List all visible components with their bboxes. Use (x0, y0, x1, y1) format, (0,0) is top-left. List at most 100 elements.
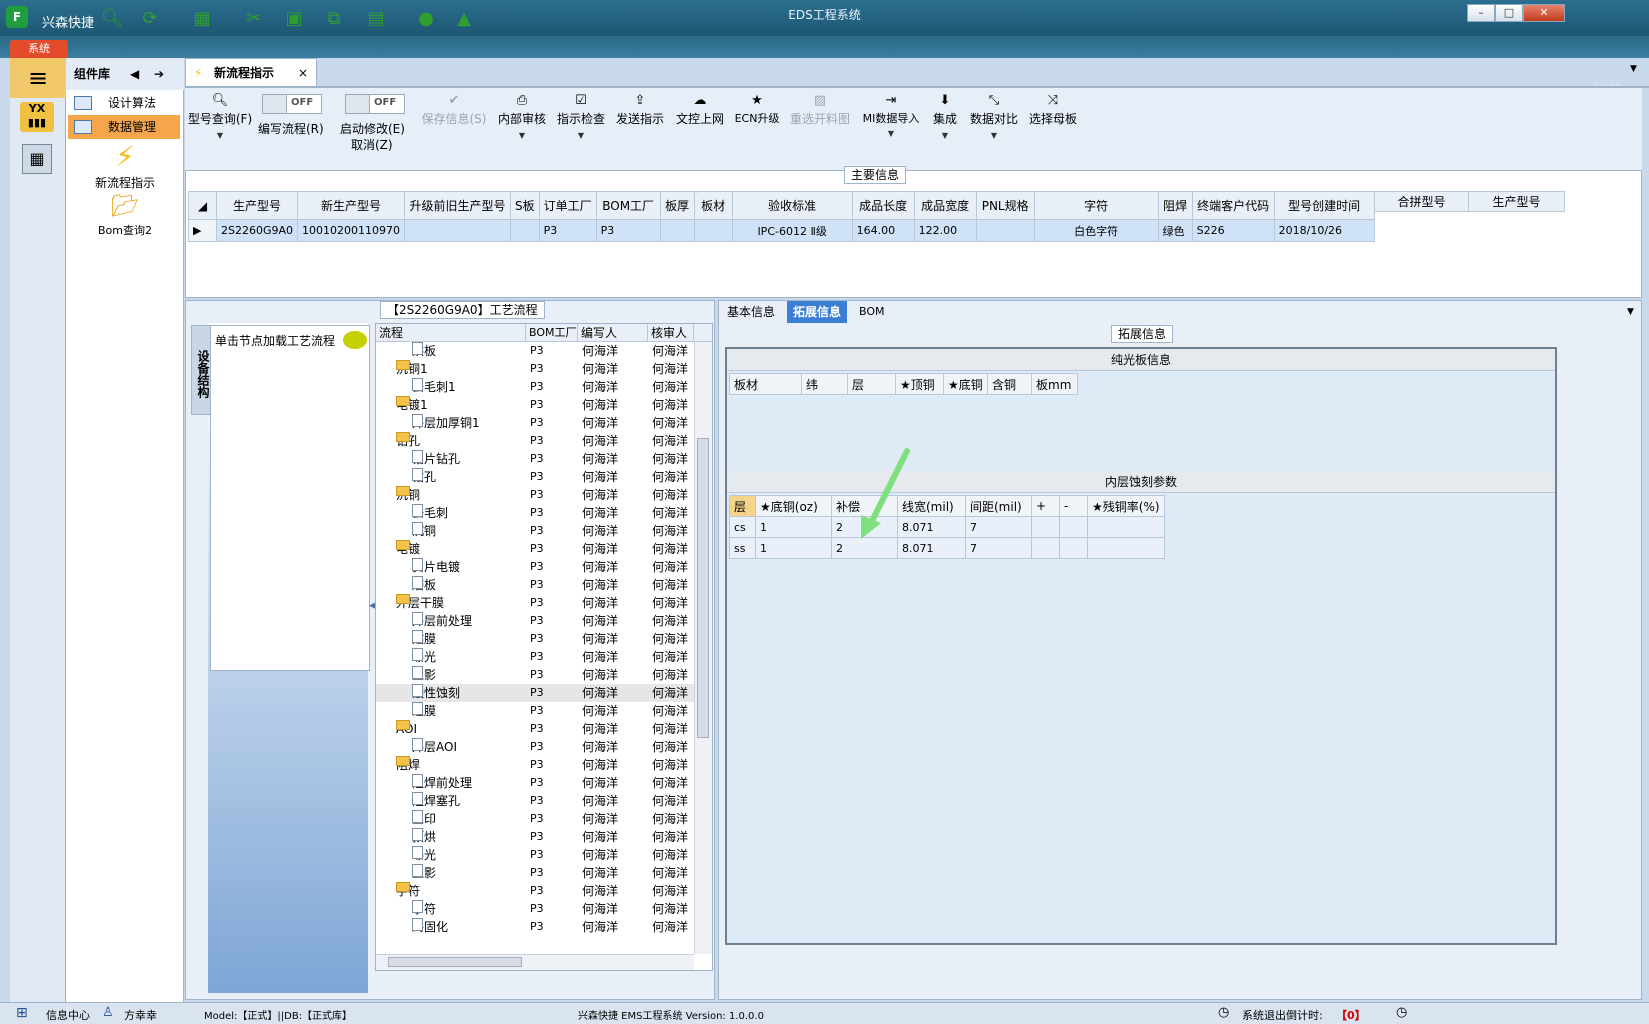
search-icon[interactable]: 🔍︎ (100, 8, 124, 30)
column-header[interactable]: 字符 (1033, 191, 1159, 220)
table-cell[interactable]: 7 (965, 516, 1032, 538)
tab-new-flow[interactable]: ⚡ 新流程指示 × (185, 58, 317, 88)
table-cell[interactable]: 7 (965, 537, 1032, 559)
table-row[interactable]: cs 1 2 8.071 7 (729, 516, 1165, 538)
column-header[interactable]: 流程 (376, 324, 526, 342)
system-tab[interactable]: 系统 (10, 40, 68, 58)
sidebar-item-design-algorithm[interactable]: 设计算法 (68, 91, 180, 115)
table-cell[interactable]: IPC-6012 Ⅱ级 (731, 219, 853, 242)
column-header[interactable]: 层 (847, 373, 896, 395)
column-header[interactable]: 新生产型号 (297, 191, 406, 220)
column-header[interactable]: - (1059, 495, 1088, 517)
factory-icon[interactable]: YX ▮▮▮ (20, 102, 54, 132)
table-cell[interactable]: 1 (755, 537, 832, 559)
table-cell[interactable]: P3 (595, 219, 661, 242)
table-cell[interactable]: 10010200110970 (297, 219, 406, 242)
table-cell[interactable]: P3 (538, 219, 597, 242)
column-header[interactable]: 编写人 (578, 324, 648, 342)
table-cell[interactable] (404, 219, 512, 242)
data-compare-button[interactable]: ⤡ 数据对比 ▼ (969, 92, 1019, 141)
sidebar-item-new-flow[interactable]: ⚡ 新流程指示 (66, 140, 184, 191)
tab-basic-info[interactable]: 基本信息 (721, 301, 781, 323)
list-item[interactable]: −沉铜1 P3 何海洋 何海洋 (376, 360, 694, 378)
maximize-button[interactable]: □ (1495, 4, 1523, 22)
select-master-button[interactable]: ⤨ 选择母板 (1028, 92, 1078, 127)
table-cell[interactable]: 2018/10/26 (1273, 219, 1375, 242)
list-item[interactable]: −电镀 P3 何海洋 何海洋 (376, 540, 694, 558)
scroll-thumb[interactable] (697, 438, 709, 738)
table-cell[interactable] (1031, 537, 1060, 559)
grid-icon[interactable]: ▦ (190, 8, 214, 30)
table-cell[interactable]: 2S2260G9A0 (215, 219, 299, 242)
column-header[interactable]: 生产型号 (1468, 191, 1565, 212)
column-header[interactable]: ★底铜 (943, 373, 988, 395)
reselect-material-button[interactable]: ▨ 重选开料图 (789, 92, 851, 127)
table-cell[interactable] (659, 219, 695, 242)
ecn-upgrade-button[interactable]: ★ ECN升级 (733, 92, 781, 126)
list-item[interactable]: 外层AOI P3 何海洋 何海洋 (376, 738, 694, 756)
column-header[interactable]: 层 (729, 495, 756, 517)
cancel-button[interactable]: 取消(Z) (351, 136, 393, 153)
column-header[interactable]: 间距(mil) (965, 495, 1032, 517)
list-item[interactable]: 字符 P3 何海洋 何海洋 (376, 900, 694, 918)
column-header[interactable]: 订单工厂 (538, 191, 597, 220)
write-flow-toggle[interactable]: OFF (262, 94, 322, 114)
file-upload-button[interactable]: ☁ 文控上网 (675, 92, 725, 127)
table-cell[interactable]: 白色字符 (1033, 219, 1159, 242)
list-item[interactable]: 外层前处理 P3 何海洋 何海洋 (376, 612, 694, 630)
pin-icon[interactable]: ➔ (154, 58, 164, 90)
column-header[interactable]: S板 (510, 191, 540, 220)
dropdown-arrow-icon[interactable]: ▼ (1627, 307, 1634, 317)
list-item[interactable]: 显影 P3 何海洋 何海洋 (376, 864, 694, 882)
list-item[interactable]: 曝光 P3 何海洋 何海洋 (376, 846, 694, 864)
column-header[interactable]: 阻焊 (1157, 191, 1193, 220)
table-cell[interactable]: cs (729, 516, 756, 538)
table-cell[interactable] (1031, 516, 1060, 538)
list-item[interactable]: 外层加厚铜1 P3 何海洋 何海洋 (376, 414, 694, 432)
tools-icon[interactable]: ✂ (242, 8, 266, 30)
info-center-link[interactable]: 信息中心 (46, 1007, 90, 1023)
table-cell[interactable]: 164.00 (851, 219, 915, 242)
list-item[interactable]: 阻焊前处理 P3 何海洋 何海洋 (376, 774, 694, 792)
column-header[interactable]: 升级前旧生产型号 (404, 191, 512, 220)
column-header[interactable]: + (1031, 495, 1060, 517)
table-cell[interactable] (1059, 516, 1088, 538)
refresh-icon[interactable]: ⟳ (138, 8, 162, 30)
list-item[interactable]: 钻孔 P3 何海洋 何海洋 (376, 468, 694, 486)
list-item[interactable]: −电镀1 P3 何海洋 何海洋 (376, 396, 694, 414)
column-header[interactable]: ★底铜(oz) (755, 495, 832, 517)
dropdown-arrow-icon[interactable]: ▼ (1630, 64, 1637, 74)
table-cell[interactable]: ss (729, 537, 756, 559)
internal-review-button[interactable]: ⎙ 内部审核 ▼ (497, 92, 547, 141)
copy-icon[interactable]: ⧉ (322, 8, 346, 30)
table-cell[interactable] (1087, 516, 1165, 538)
column-header[interactable]: 板mm (1031, 373, 1078, 395)
chevron-left-icon[interactable]: ◀ (130, 58, 139, 90)
sidebar-item-bom-query[interactable]: 📂︎ Bom查询2 (66, 194, 184, 238)
table-icon[interactable]: ▤ (364, 8, 388, 30)
column-header[interactable]: BOM工厂 (526, 324, 578, 342)
list-item[interactable]: 去毛刺1 P3 何海洋 何海洋 (376, 378, 694, 396)
list-item[interactable]: 退膜 P3 何海洋 何海洋 (376, 702, 694, 720)
menu-icon[interactable]: ≡ (10, 58, 66, 98)
column-header[interactable]: 成品长度 (851, 191, 915, 220)
table-cell[interactable]: 1 (755, 516, 832, 538)
start-modify-toggle[interactable]: OFF (345, 94, 405, 114)
save-icon[interactable]: ▣ (282, 8, 306, 30)
list-item[interactable]: 烘板 P3 何海洋 何海洋 (376, 342, 694, 360)
list-item[interactable]: −字符 P3 何海洋 何海洋 (376, 882, 694, 900)
save-info-button[interactable]: ✔ 保存信息(S) (419, 92, 489, 127)
list-item[interactable]: −钻孔 P3 何海洋 何海洋 (376, 432, 694, 450)
column-header[interactable]: 生产型号 (215, 191, 299, 220)
list-item[interactable]: 终固化 P3 何海洋 何海洋 (376, 918, 694, 936)
table-cell[interactable] (1059, 537, 1088, 559)
column-header[interactable]: 终端客户代码 (1191, 191, 1275, 220)
column-header[interactable]: PNL规格 (975, 191, 1035, 220)
horizontal-scrollbar[interactable] (376, 954, 694, 970)
chart-icon[interactable]: ▲ (452, 8, 476, 30)
instruction-check-button[interactable]: ☑ 指示检查 ▼ (556, 92, 606, 141)
list-item[interactable]: 磨板 P3 何海洋 何海洋 (376, 576, 694, 594)
list-item[interactable]: 沉铜 P3 何海洋 何海洋 (376, 522, 694, 540)
list-item[interactable]: 阻焊塞孔 P3 何海洋 何海洋 (376, 792, 694, 810)
column-header[interactable]: 成品宽度 (913, 191, 977, 220)
